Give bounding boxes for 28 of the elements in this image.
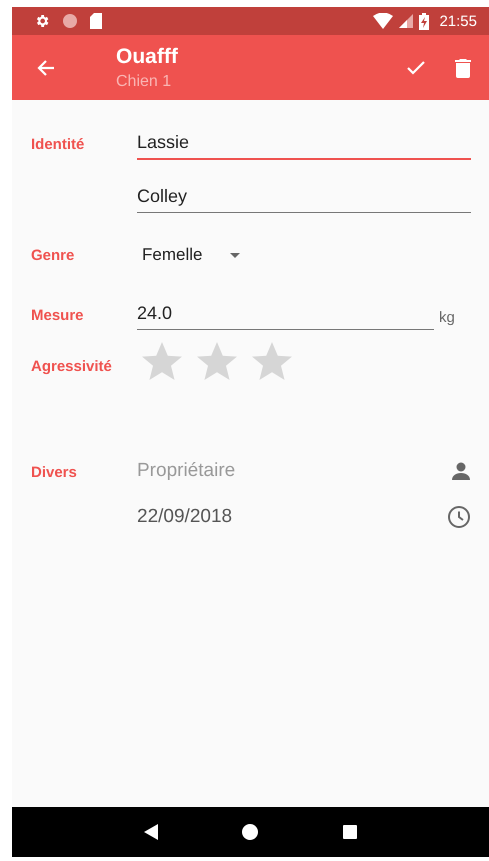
field-label: Agressivité (31, 357, 113, 377)
breed-field[interactable]: Colley (137, 182, 471, 213)
back-arrow-icon[interactable] (36, 58, 56, 78)
app-title: Ouafff (116, 44, 179, 68)
gender-dropdown[interactable]: Femelle (137, 243, 246, 267)
battery-icon (419, 12, 430, 30)
back-icon[interactable] (144, 824, 158, 840)
field-label: Genre (31, 246, 76, 264)
circle-icon (62, 13, 78, 29)
weight-field[interactable]: 24.0 (137, 299, 434, 330)
person-icon[interactable] (451, 461, 471, 481)
caret-icon[interactable] (230, 252, 240, 258)
signal-icon (399, 14, 414, 28)
clock-time: 21:55 (439, 12, 477, 30)
trash-icon[interactable] (455, 56, 471, 78)
field-label: Mesure (31, 306, 85, 326)
unit-label: kg (439, 309, 456, 328)
sd-card-icon (90, 13, 102, 29)
field-label: Identité (31, 135, 86, 155)
recents-icon[interactable] (342, 825, 357, 839)
date-field[interactable]: 22/09/2018 (137, 506, 232, 528)
home-icon[interactable] (242, 824, 258, 840)
name-field[interactable]: Lassie (137, 128, 471, 160)
app-subtitle: Chien 1 (116, 72, 172, 90)
clock-icon[interactable] (447, 505, 471, 529)
field-label: Divers (31, 463, 78, 483)
settings-icon (34, 13, 50, 29)
wifi-icon (373, 13, 394, 29)
